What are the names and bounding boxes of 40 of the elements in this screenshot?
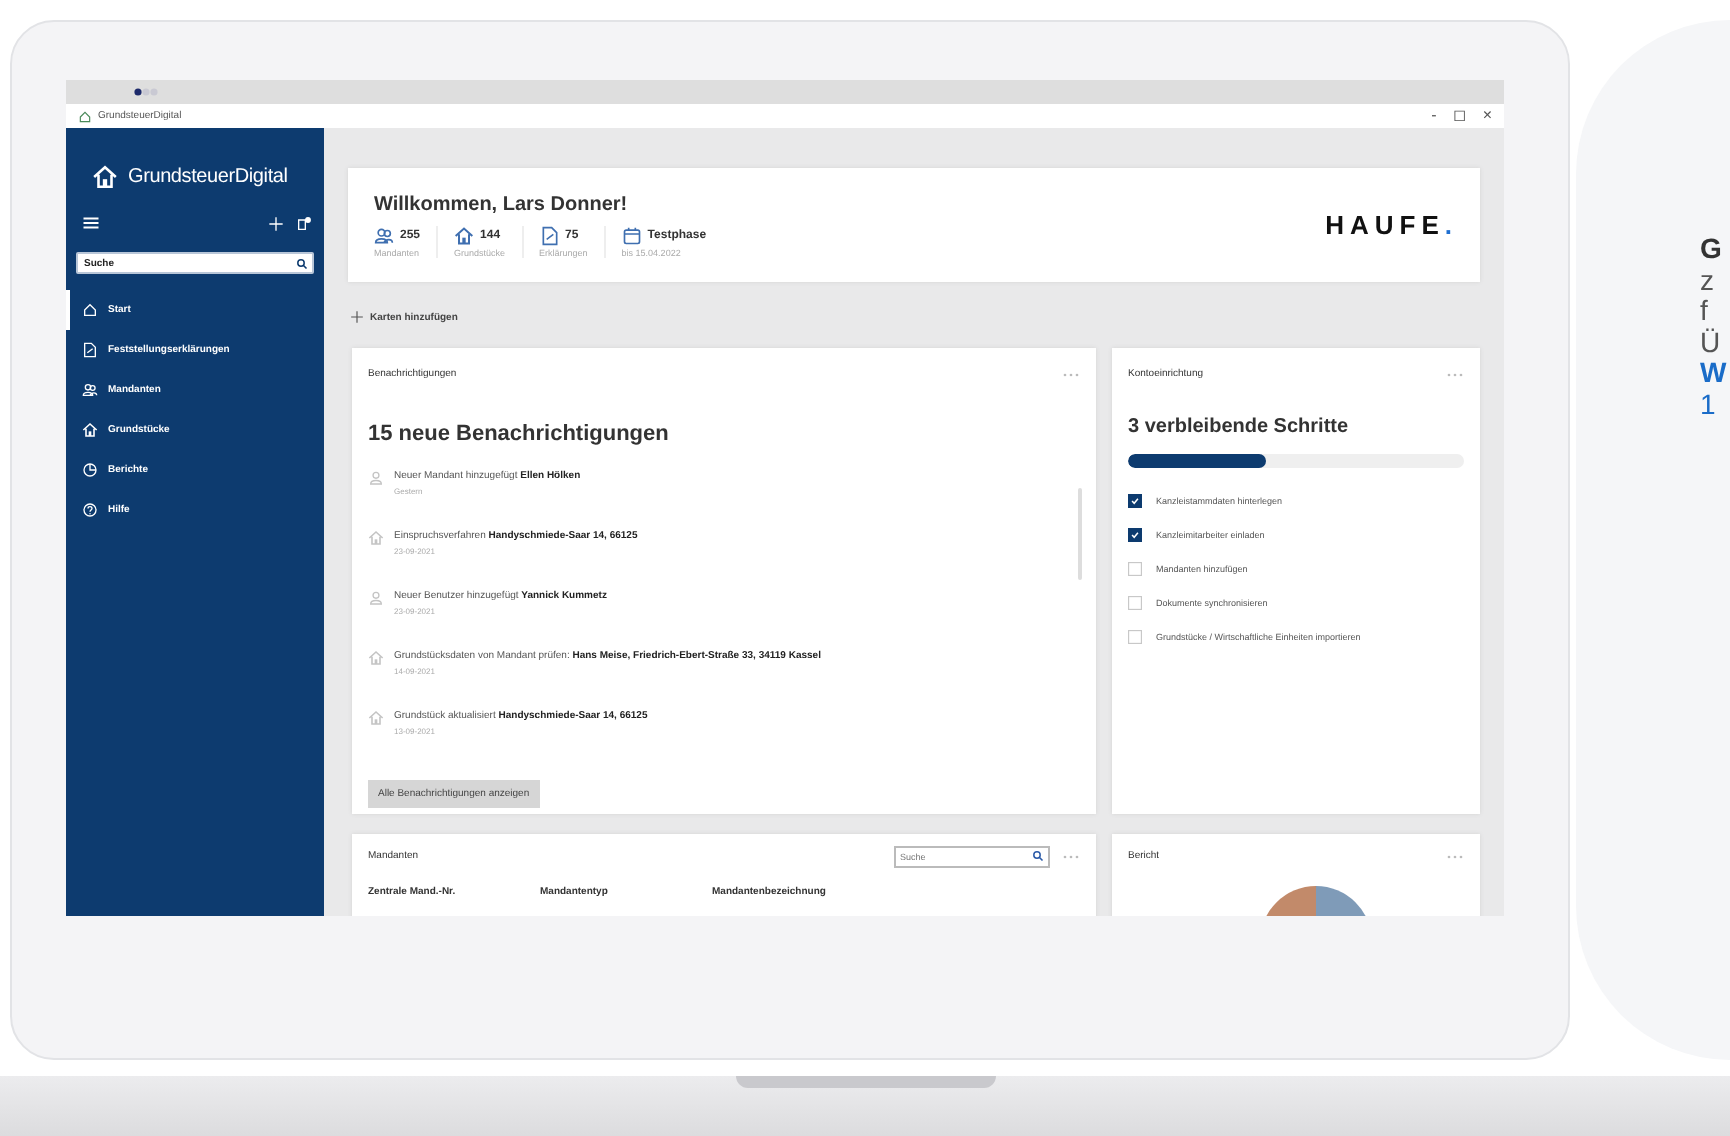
window-dots-icon	[134, 88, 158, 96]
pie-icon	[82, 462, 98, 478]
house-icon	[78, 109, 92, 123]
promo-text: f	[1700, 296, 1710, 327]
checkbox[interactable]	[1128, 494, 1142, 508]
house-icon	[92, 164, 118, 190]
search-icon[interactable]	[1032, 850, 1044, 862]
people-icon	[82, 382, 98, 398]
promo-text: Ü	[1700, 327, 1723, 358]
promo-text: G	[1700, 234, 1724, 265]
house-icon	[368, 650, 384, 666]
promo-text: 1	[1700, 389, 1718, 420]
document-icon	[539, 225, 560, 245]
document-icon	[82, 342, 98, 358]
brand-dot: .	[1444, 210, 1452, 240]
house-icon	[82, 302, 98, 318]
people-icon	[374, 225, 394, 245]
scrollbar[interactable]	[1078, 488, 1082, 580]
window-control-button[interactable]: ◻	[1452, 108, 1467, 124]
calendar-icon	[621, 225, 642, 245]
welcome-title: Willkommen, Lars Donner!	[374, 193, 630, 215]
window-control-button[interactable]: ×	[1482, 108, 1492, 124]
brand-logo: HAUFE	[1325, 210, 1445, 240]
person-icon	[368, 590, 384, 606]
menu-icon[interactable]	[82, 214, 100, 232]
window-control-button[interactable]: -	[1431, 108, 1437, 124]
house-icon	[368, 710, 384, 726]
app-logo: GrundsteuerDigital	[128, 166, 288, 188]
setup-heading: 3 verbleibende Schritte	[1128, 416, 1351, 438]
document-add-icon[interactable]	[296, 215, 312, 231]
person-icon	[368, 470, 384, 486]
house-icon	[454, 225, 475, 245]
promo-link[interactable]: W	[1700, 358, 1730, 389]
help-icon	[82, 502, 98, 518]
house-icon	[368, 530, 384, 546]
search-icon[interactable]	[296, 257, 308, 269]
checkbox[interactable]	[1128, 528, 1142, 542]
house-icon	[82, 422, 98, 438]
notifications-heading: 15 neue Benachrichtigungen	[368, 422, 671, 446]
promo-text: z	[1700, 265, 1716, 296]
